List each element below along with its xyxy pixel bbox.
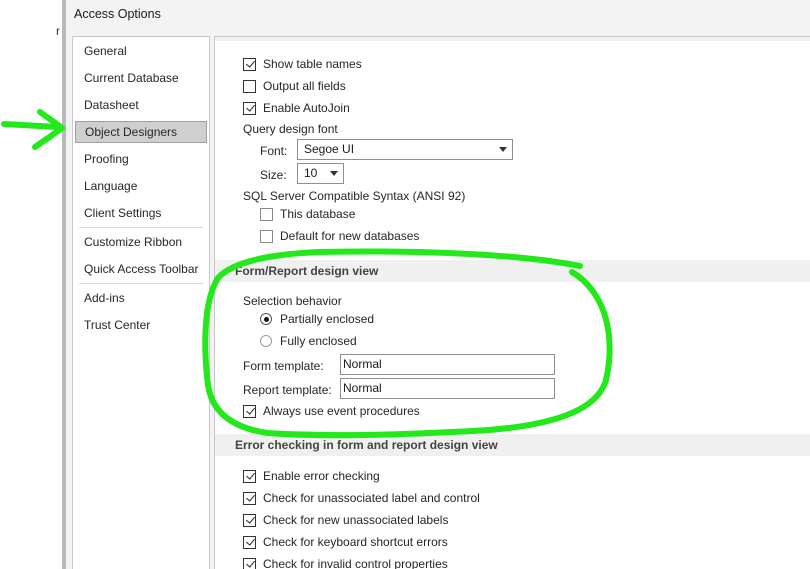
- fully-enclosed-option[interactable]: Fully enclosed: [260, 331, 357, 351]
- font-label: Font:: [260, 144, 288, 158]
- always-event-procedures-label: Always use event procedures: [263, 404, 420, 418]
- partially-enclosed-option[interactable]: Partially enclosed: [260, 309, 374, 329]
- invalid-control-properties-checkbox[interactable]: [243, 557, 256, 569]
- background-window-text: r: [56, 24, 60, 38]
- unassociated-label-checkbox[interactable]: [243, 491, 256, 505]
- output-all-fields-checkbox[interactable]: [243, 79, 256, 93]
- sidebar-item-proofing[interactable]: Proofing: [73, 148, 209, 170]
- options-content-pane: Show table names Output all fields Enabl…: [214, 36, 810, 569]
- sidebar-item-quick-access-toolbar[interactable]: Quick Access Toolbar: [73, 258, 209, 280]
- form-report-section-header: Form/Report design view: [215, 260, 810, 282]
- font-select-value: Segoe UI: [304, 142, 355, 156]
- default-new-databases-checkbox[interactable]: [260, 229, 273, 243]
- sidebar-item-general[interactable]: General: [73, 40, 209, 62]
- error-check-option[interactable]: Check for keyboard shortcut errors: [243, 532, 448, 552]
- size-select-value: 10: [304, 166, 318, 180]
- error-check-option[interactable]: Check for invalid control properties: [243, 554, 448, 569]
- keyboard-shortcut-errors-label: Check for keyboard shortcut errors: [263, 535, 448, 549]
- sidebar-divider: [79, 227, 203, 228]
- size-label: Size:: [260, 168, 287, 182]
- sidebar-item-current-database[interactable]: Current Database: [73, 67, 209, 89]
- unassociated-label-label: Check for unassociated label and control: [263, 491, 480, 505]
- dialog-title: Access Options: [74, 7, 161, 21]
- always-event-procedures-checkbox[interactable]: [243, 404, 256, 418]
- new-unassociated-labels-checkbox[interactable]: [243, 513, 256, 527]
- enable-autojoin-label: Enable AutoJoin: [263, 101, 350, 115]
- default-new-databases-label: Default for new databases: [280, 229, 420, 243]
- chevron-down-icon: [499, 147, 507, 152]
- always-event-procedures-option[interactable]: Always use event procedures: [243, 401, 420, 421]
- chevron-down-icon: [330, 171, 338, 176]
- partially-enclosed-label: Partially enclosed: [280, 312, 375, 326]
- sql-syntax-heading: SQL Server Compatible Syntax (ANSI 92): [243, 189, 466, 203]
- enable-autojoin-checkbox[interactable]: [243, 101, 256, 115]
- report-template-label: Report template:: [243, 383, 332, 397]
- enable-autojoin-option[interactable]: Enable AutoJoin: [243, 98, 350, 118]
- this-database-checkbox[interactable]: [260, 207, 273, 221]
- output-all-fields-label: Output all fields: [263, 79, 346, 93]
- access-options-dialog: Access Options General Current Database …: [66, 0, 810, 569]
- error-check-option[interactable]: Check for unassociated label and control: [243, 488, 480, 508]
- output-all-fields-option[interactable]: Output all fields: [243, 76, 346, 96]
- form-template-label: Form template:: [243, 359, 324, 373]
- sidebar-item-object-designers[interactable]: Object Designers: [75, 121, 207, 143]
- form-template-input[interactable]: Normal: [340, 354, 555, 375]
- error-checking-section-title: Error checking in form and report design…: [235, 438, 498, 452]
- keyboard-shortcut-errors-checkbox[interactable]: [243, 535, 256, 549]
- show-table-names-checkbox[interactable]: [243, 57, 256, 71]
- options-sidebar: General Current Database Datasheet Objec…: [72, 36, 210, 569]
- error-checking-section-header: Error checking in form and report design…: [215, 434, 810, 456]
- default-new-databases-option[interactable]: Default for new databases: [260, 226, 419, 246]
- size-select[interactable]: 10: [297, 163, 344, 184]
- sidebar-item-client-settings[interactable]: Client Settings: [73, 202, 209, 224]
- error-check-option[interactable]: Check for new unassociated labels: [243, 510, 448, 530]
- error-check-option[interactable]: Enable error checking: [243, 466, 380, 486]
- new-unassociated-labels-label: Check for new unassociated labels: [263, 513, 449, 527]
- partially-enclosed-radio[interactable]: [260, 313, 272, 325]
- sidebar-item-add-ins[interactable]: Add-ins: [73, 287, 209, 309]
- report-template-input[interactable]: Normal: [340, 378, 555, 399]
- background-window: r: [0, 0, 62, 569]
- sidebar-item-trust-center[interactable]: Trust Center: [73, 314, 209, 336]
- form-report-section-title: Form/Report design view: [235, 264, 379, 278]
- enable-error-checking-checkbox[interactable]: [243, 469, 256, 483]
- invalid-control-properties-label: Check for invalid control properties: [263, 557, 448, 569]
- query-design-font-heading: Query design font: [243, 122, 338, 136]
- fully-enclosed-radio[interactable]: [260, 335, 272, 347]
- selection-behavior-label: Selection behavior: [243, 294, 342, 308]
- sidebar-item-language[interactable]: Language: [73, 175, 209, 197]
- show-table-names-label: Show table names: [263, 57, 362, 71]
- enable-error-checking-label: Enable error checking: [263, 469, 380, 483]
- font-select[interactable]: Segoe UI: [297, 139, 513, 160]
- this-database-label: This database: [280, 207, 356, 221]
- sidebar-item-customize-ribbon[interactable]: Customize Ribbon: [73, 231, 209, 253]
- sidebar-divider: [79, 283, 203, 284]
- fully-enclosed-label: Fully enclosed: [280, 334, 357, 348]
- query-design-section-header: [215, 37, 810, 41]
- this-database-option[interactable]: This database: [260, 204, 355, 224]
- show-table-names-option[interactable]: Show table names: [243, 54, 362, 74]
- sidebar-item-datasheet[interactable]: Datasheet: [73, 94, 209, 116]
